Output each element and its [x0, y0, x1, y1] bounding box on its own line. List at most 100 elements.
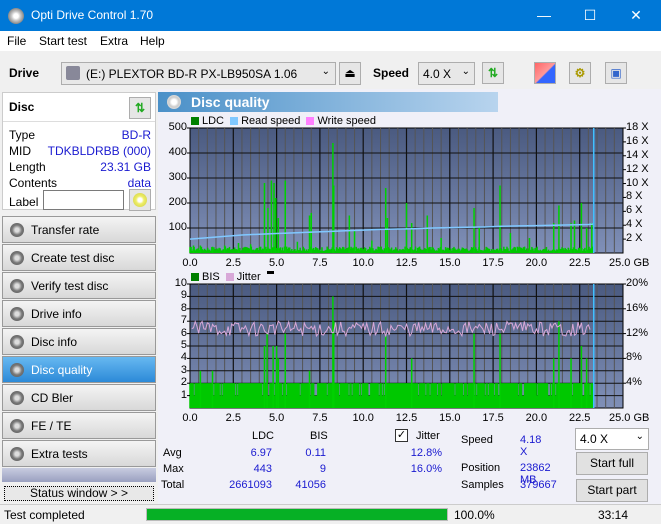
drive-info-icon: [10, 307, 24, 321]
menu-extra[interactable]: Extra: [100, 34, 128, 48]
window-title: Opti Drive Control 1.70: [31, 8, 154, 22]
nav-cd-bler[interactable]: CD Bler: [2, 384, 156, 411]
nav-disc-quality[interactable]: Disc quality: [2, 356, 156, 383]
label-apply-button[interactable]: [129, 189, 151, 211]
save-button[interactable]: ▣: [605, 62, 627, 84]
x-tick-label: 7.5: [312, 257, 328, 269]
y2-tick-label: 16%: [626, 301, 649, 314]
mid-value: TDKBLDRBB (000): [47, 144, 151, 158]
y-tick-label: 2: [180, 376, 187, 389]
y2-tick-label: 4%: [626, 376, 642, 389]
title-bar: Opti Drive Control 1.70 — ☐ ✕: [0, 0, 661, 31]
x-tick-label: 20.0: [525, 412, 548, 424]
start-part-button[interactable]: Start part: [576, 479, 648, 502]
drive-label: Drive: [9, 66, 40, 80]
erase-button[interactable]: [534, 62, 556, 84]
x-tick-label: 15.0: [439, 257, 461, 269]
disc-info-icon: [10, 335, 24, 349]
nav-fe-te[interactable]: FE / TE: [2, 412, 156, 439]
divider: [3, 121, 155, 122]
menu-help[interactable]: Help: [140, 34, 165, 48]
y-tick-label: 300: [168, 171, 187, 183]
contents-label: Contents: [9, 176, 58, 190]
start-full-button[interactable]: Start full: [576, 452, 648, 475]
panel-title: Disc quality: [191, 94, 270, 110]
type-value: BD-R: [121, 128, 151, 142]
menu-bar: File Start test Extra Help: [0, 31, 661, 51]
chevron-down-icon: ⌄: [321, 66, 330, 77]
x-tick-label: 12.5: [395, 257, 418, 269]
y-tick-label: 10: [174, 277, 187, 289]
x-tick-label: 2.5: [225, 412, 241, 424]
y-tick-label: 400: [168, 146, 187, 158]
left-panel: Disc ⇅ Type BD-R MID TDKBLDRBB (000) Len…: [0, 89, 158, 504]
position-label: Position: [461, 462, 501, 474]
samples-label: Samples: [461, 479, 504, 491]
legend-ldc: LDC: [202, 115, 225, 127]
menu-start-test[interactable]: Start test: [39, 34, 87, 48]
y-tick-label: 200: [168, 196, 187, 208]
drive-select[interactable]: (E:) PLEXTOR BD-R PX-LB950SA 1.06 ⌄: [61, 62, 336, 85]
y-tick-label: 100: [168, 221, 187, 233]
x-tick-label: 25.0 GB: [609, 257, 650, 269]
eject-button[interactable]: ⏏: [339, 62, 361, 85]
label-input[interactable]: [43, 190, 124, 210]
speed-select[interactable]: 4.0 X ⌄: [418, 62, 475, 85]
stats-avg-bis: 0.11: [305, 447, 326, 459]
x-tick-label: 22.5: [568, 412, 591, 424]
x-tick-label: 0.0: [182, 412, 198, 424]
gears-icon: ⚙: [574, 66, 586, 80]
y2-tick-label: 18 X: [626, 121, 649, 133]
create-disc-icon: [10, 251, 24, 265]
legend-jitter: Jitter: [236, 271, 261, 283]
minimize-button[interactable]: —: [521, 0, 567, 31]
x-tick-label: 2.5: [225, 257, 241, 269]
speed-label: Speed: [373, 66, 410, 80]
x-tick-label: 15.0: [439, 412, 461, 424]
legend-marker: [266, 271, 274, 274]
disc-quality-icon: [10, 363, 24, 377]
status-text: Test completed: [4, 508, 85, 522]
chart1-legend: LDC Read speed Write speed: [191, 115, 376, 127]
disc-refresh-button[interactable]: ⇅: [129, 97, 151, 119]
x-tick-label: 0.0: [182, 257, 198, 269]
refresh-button[interactable]: ⇅: [482, 62, 504, 84]
refresh-arrows-icon: ⇅: [134, 101, 146, 115]
x-tick-label: 17.5: [482, 412, 504, 424]
cd-bler-icon: [10, 391, 24, 405]
elapsed-time: 33:14: [598, 508, 629, 522]
stats-max-jitter: 16.0%: [410, 463, 442, 475]
jitter-checkbox[interactable]: ✓: [395, 429, 408, 442]
stats-total-ldc: 2661093: [229, 479, 272, 491]
test-speed-select[interactable]: 4.0 X ⌄: [575, 428, 649, 450]
disc-quality-icon: [167, 95, 181, 109]
type-label: Type: [9, 128, 36, 142]
legend-read-speed: Read speed: [241, 115, 301, 127]
y-tick-label: 6: [180, 326, 187, 339]
menu-file[interactable]: File: [7, 34, 26, 48]
nav-extra-tests[interactable]: Extra tests: [2, 440, 156, 467]
legend-ldc-swatch: [191, 117, 199, 126]
contents-value: data: [127, 176, 151, 190]
y-tick-label: 7: [180, 314, 187, 327]
length-value: 23.31 GB: [100, 160, 151, 174]
nav-verify-test-disc[interactable]: Verify test disc: [2, 272, 156, 299]
panel-header: Disc quality: [158, 92, 498, 112]
maximize-button[interactable]: ☐: [567, 0, 613, 31]
status-window-button[interactable]: Status window > >: [4, 486, 154, 501]
samples-value: 379667: [520, 479, 557, 491]
x-tick-label: 10.0: [352, 412, 374, 424]
settings-button[interactable]: ⚙: [569, 62, 591, 84]
nav-transfer-rate[interactable]: Transfer rate: [2, 216, 156, 243]
x-tick-label: 12.5: [395, 412, 418, 424]
nav-disc-info[interactable]: Disc info: [2, 328, 156, 355]
fe-te-icon: [10, 419, 24, 433]
transfer-rate-icon: [10, 223, 24, 237]
nav-drive-info[interactable]: Drive info: [2, 300, 156, 327]
y-tick-label: 1: [180, 388, 187, 401]
stats-col-ldc: LDC: [252, 430, 275, 442]
y2-tick-label: 14 X: [626, 148, 649, 161]
close-button[interactable]: ✕: [613, 0, 659, 31]
progress-bar: [146, 508, 448, 521]
nav-create-test-disc[interactable]: Create test disc: [2, 244, 156, 271]
